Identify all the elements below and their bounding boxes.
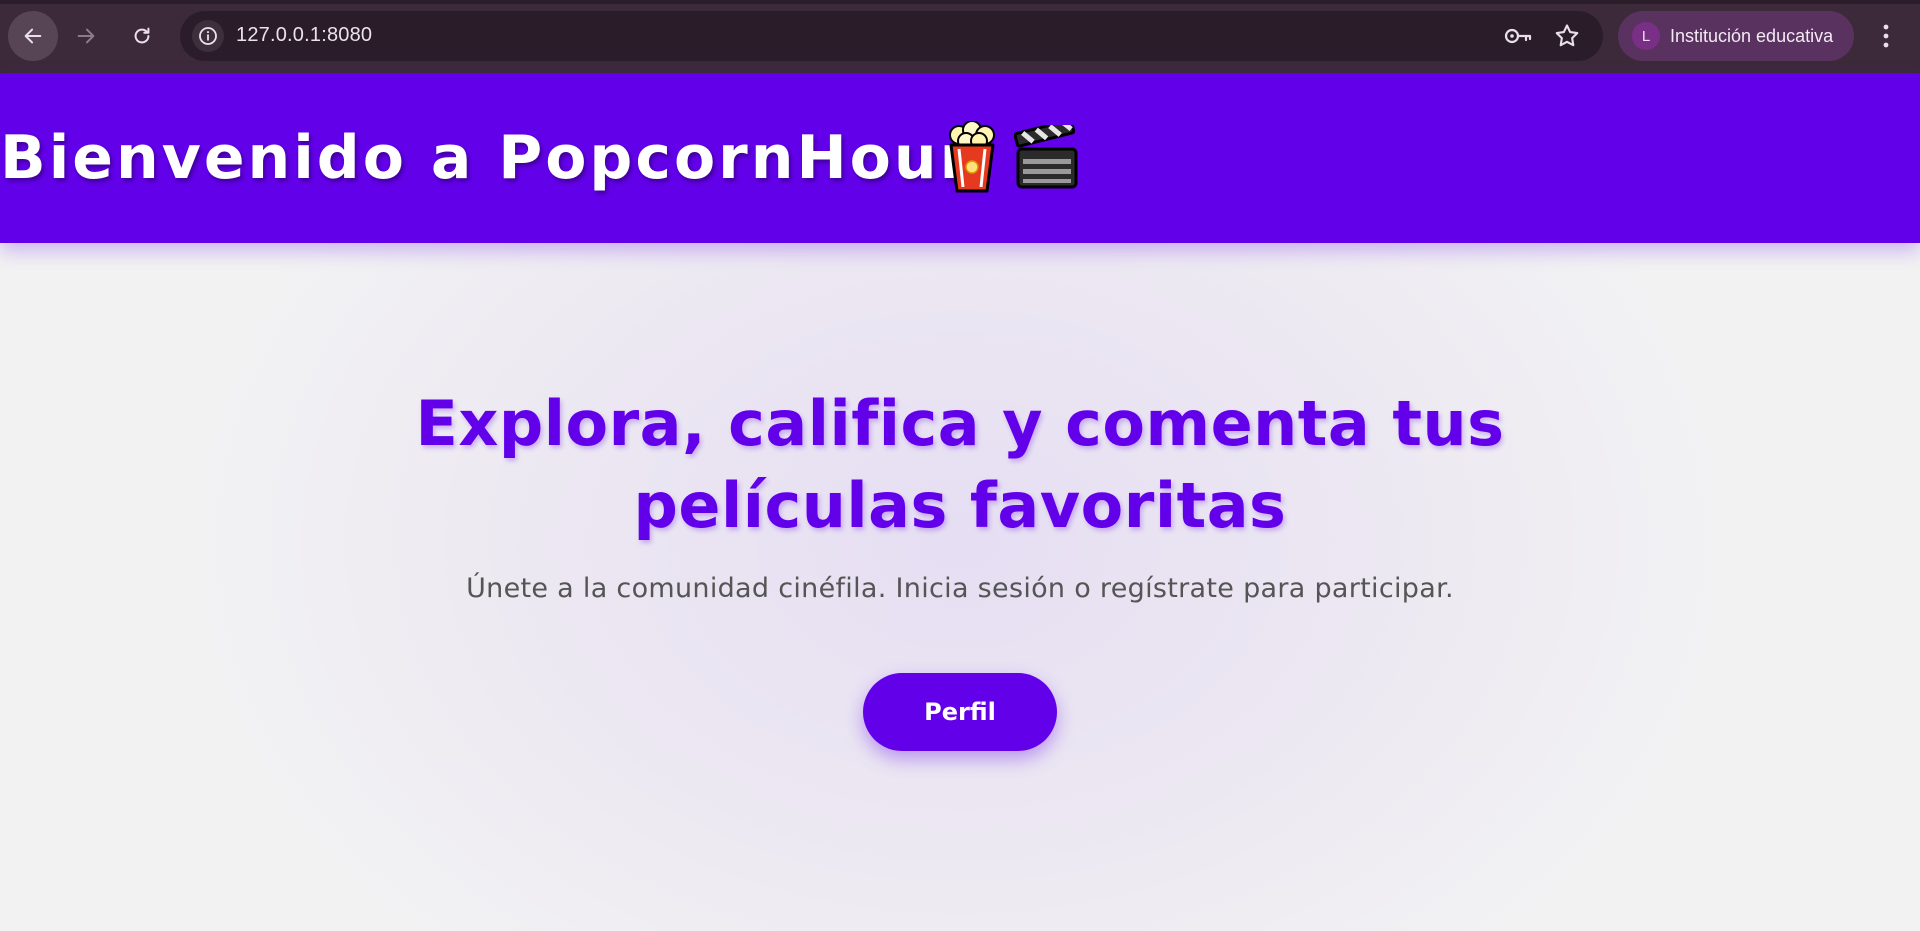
clapper-board-icon bbox=[1014, 125, 1078, 189]
arrow-left-icon bbox=[24, 28, 42, 44]
back-button[interactable] bbox=[8, 11, 58, 61]
address-bar[interactable]: 127.0.0.1:8080 bbox=[180, 11, 1603, 61]
reload-button[interactable] bbox=[117, 11, 167, 61]
avatar: L bbox=[1632, 22, 1660, 50]
tab-strip-edge bbox=[0, 0, 1920, 4]
profile-button[interactable]: Perfil bbox=[863, 673, 1057, 751]
page-content: Bienvenido a PopcornHour Explora, califi… bbox=[0, 73, 1920, 931]
profile-label: Institución educativa bbox=[1670, 26, 1834, 46]
hero-title: Explora, califica y comenta tus película… bbox=[360, 383, 1560, 547]
bookmark-star-icon[interactable] bbox=[1553, 22, 1581, 50]
arrow-right-icon bbox=[77, 28, 95, 44]
kebab-menu-icon[interactable] bbox=[1874, 21, 1898, 51]
profile-chip[interactable]: L Institución educativa bbox=[1618, 11, 1854, 61]
hero-title-line-2: películas favoritas bbox=[633, 469, 1287, 542]
site-header: Bienvenido a PopcornHour bbox=[0, 73, 1920, 243]
url-text[interactable]: 127.0.0.1:8080 bbox=[236, 24, 372, 47]
forward-button[interactable] bbox=[61, 11, 111, 61]
hero-subtitle: Únete a la comunidad cinéfila. Inicia se… bbox=[466, 573, 1454, 604]
site-title: Bienvenido a PopcornHour bbox=[0, 123, 973, 193]
popcorn-icon bbox=[949, 121, 995, 193]
hero-title-line-1: Explora, califica y comenta tus bbox=[415, 387, 1505, 460]
reload-icon bbox=[134, 27, 150, 44]
site-info-icon[interactable] bbox=[192, 20, 224, 52]
password-key-icon[interactable] bbox=[1503, 23, 1533, 49]
browser-toolbar: 127.0.0.1:8080 L Institución educativa bbox=[0, 0, 1920, 73]
